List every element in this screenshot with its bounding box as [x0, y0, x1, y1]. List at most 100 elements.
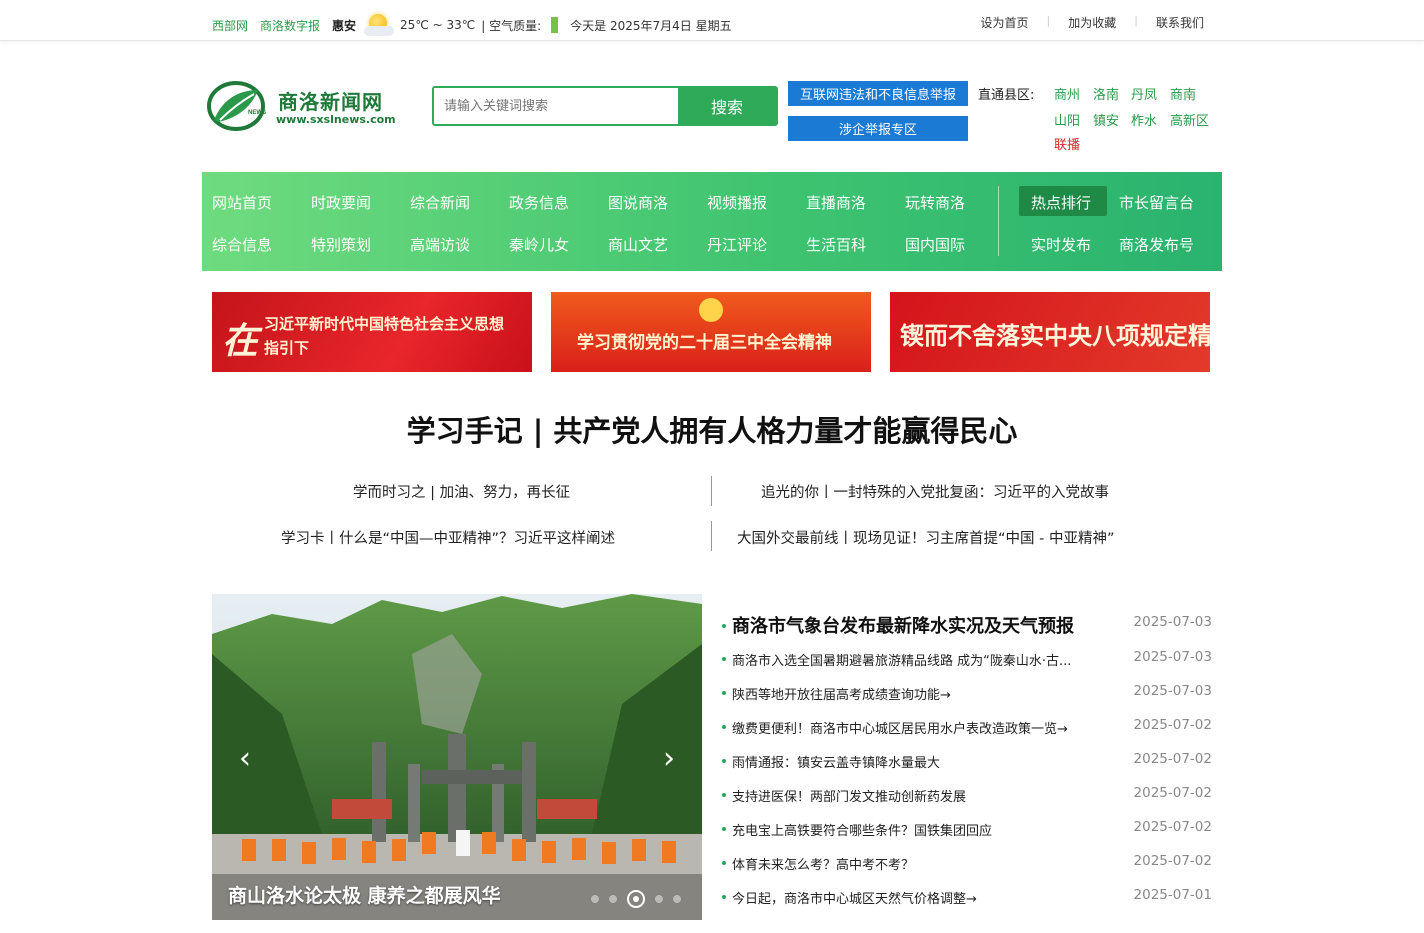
slide-dot[interactable] [655, 895, 663, 903]
nav-fun-shangluo[interactable]: 玩转商洛 [905, 192, 965, 213]
county-link-zhashui[interactable]: 柞水 [1131, 110, 1157, 129]
sub-headline-4[interactable]: 大国外交最前线丨现场见证！习主席首提“中国 - 中亚精神” [737, 527, 1114, 548]
news-item[interactable]: 今日起，商洛市中心城区天然气价格调整→ 2025-07-01 [722, 885, 1212, 909]
county-link-high-tech-zone[interactable]: 高新区 [1170, 110, 1209, 129]
air-quality-label: | 空气质量: [481, 18, 542, 33]
nav-government-info[interactable]: 政务信息 [509, 192, 569, 213]
news-item[interactable]: 支持进医保！两部门发文推动创新药发展 2025-07-02 [722, 783, 1212, 807]
county-label: 直通县区: [978, 88, 1035, 103]
nav-qinling-people[interactable]: 秦岭儿女 [509, 234, 569, 255]
news-title[interactable]: 今日起，商洛市中心城区天然气价格调整→ [732, 888, 977, 907]
headline-title[interactable]: 学习手记 | 共产党人拥有人格力量才能赢得民心 [0, 408, 1424, 450]
county-link-shangzhou[interactable]: 商州 [1054, 84, 1080, 103]
nav-live[interactable]: 直播商洛 [806, 192, 866, 213]
search-button[interactable]: 搜索 [678, 88, 776, 124]
county-link-danfeng[interactable]: 丹凤 [1131, 84, 1157, 103]
search-box: 搜索 [432, 86, 778, 126]
nav-realtime[interactable]: 实时发布 [1031, 234, 1091, 255]
news-item[interactable]: 充电宝上高铁要符合哪些条件？国铁集团回应 2025-07-02 [722, 817, 1212, 841]
nav-world[interactable]: 国内国际 [905, 234, 965, 255]
nav-life[interactable]: 生活百科 [806, 234, 866, 255]
news-date: 2025-07-02 [1133, 853, 1212, 869]
nav-commentary[interactable]: 丹江评论 [707, 234, 767, 255]
banner-a-zai: 在 [222, 320, 259, 362]
nav-general-news[interactable]: 综合新闻 [410, 192, 470, 213]
news-title[interactable]: 缴费更便利！商洛市中心城区居民用水户表改造政策一览→ [732, 718, 1068, 737]
current-date: 今天是 2025年7月4日 星期五 [570, 18, 732, 33]
enterprise-report-button[interactable]: 涉企举报专区 [788, 116, 968, 141]
county-link-zhenan[interactable]: 镇安 [1093, 110, 1119, 129]
news-date: 2025-07-03 [1133, 649, 1212, 665]
bullet-icon [722, 827, 726, 831]
bullet-icon [722, 895, 726, 899]
news-title[interactable]: 商洛市入选全国暑期避暑旅游精品线路 成为“陇秦山水·古... [732, 650, 1071, 669]
county-link-liaobo[interactable]: 联播 [1054, 134, 1080, 153]
news-title[interactable]: 雨情通报：镇安云盖寺镇降水量最大 [732, 752, 940, 771]
news-title[interactable]: 充电宝上高铁要符合哪些条件？国铁集团回应 [732, 820, 992, 839]
nav-hot-ranking[interactable]: 热点排行 [1031, 192, 1091, 213]
logo-site-url: www.sxslnews.com [276, 113, 396, 126]
banner-eight-rules[interactable]: 锲而不舍落实中央八项规定精神 [890, 292, 1210, 372]
news-item[interactable]: 缴费更便利！商洛市中心城区居民用水户表改造政策一览→ 2025-07-02 [722, 715, 1212, 739]
illegal-info-report-button[interactable]: 互联网违法和不良信息举报 [788, 81, 968, 106]
contact-us-link[interactable]: 联系我们 [1156, 14, 1204, 31]
news-title[interactable]: 陕西等地开放往届高考成绩查询功能→ [732, 684, 951, 703]
sub-headline-1[interactable]: 学而时习之 | 加油、努力，再长征 [353, 481, 570, 502]
nav-special[interactable]: 特别策划 [311, 234, 371, 255]
nav-interview[interactable]: 高端访谈 [410, 234, 470, 255]
news-date: 2025-07-02 [1133, 819, 1212, 835]
news-title[interactable]: 商洛市气象台发布最新降水实况及天气预报 [732, 612, 1074, 638]
slide-dot[interactable] [609, 895, 617, 903]
county-link-shangnan[interactable]: 商南 [1170, 84, 1196, 103]
slide-caption[interactable]: 商山洛水论太极 康养之都展风华 [228, 881, 501, 908]
nav-home[interactable]: 网站首页 [212, 192, 272, 213]
set-homepage-link[interactable]: 设为首页 [981, 14, 1029, 31]
bullet-icon [722, 759, 726, 763]
slide-dot-active[interactable] [627, 890, 645, 908]
news-item[interactable]: 体育未来怎么考？高中考不考？ 2025-07-02 [722, 851, 1212, 875]
party-emblem-icon [699, 298, 723, 322]
link-shangluo-digital-paper[interactable]: 商洛数字报 [260, 17, 320, 34]
search-input[interactable] [434, 88, 678, 124]
nav-general-info[interactable]: 综合信息 [212, 234, 272, 255]
news-item[interactable]: 陕西等地开放往届高考成绩查询功能→ 2025-07-03 [722, 681, 1212, 705]
sub-divider [711, 476, 712, 506]
nav-release-account[interactable]: 商洛发布号 [1119, 234, 1194, 255]
nav-video[interactable]: 视频播报 [707, 192, 767, 213]
county-link-shanyang[interactable]: 山阳 [1054, 110, 1080, 129]
top-bar: 西部网 商洛数字报 惠安 25℃ ~ 33℃ | 空气质量: 今天是 2025年… [0, 0, 1424, 41]
sub-headline-3[interactable]: 学习卡丨什么是“中国—中亚精神”？习近平这样阐述 [281, 527, 615, 548]
news-date: 2025-07-01 [1133, 887, 1212, 903]
news-date: 2025-07-03 [1133, 683, 1212, 699]
nav-politics[interactable]: 时政要闻 [311, 192, 371, 213]
sunny-cloud-icon [364, 12, 395, 38]
banner-xi-thought[interactable]: 在 习近平新时代中国特色社会主义思想 指引下 [212, 292, 532, 372]
bullet-icon [722, 725, 726, 729]
slide-prev-arrow[interactable]: ‹ [230, 744, 260, 778]
separator: | [1046, 14, 1051, 27]
photo-slideshow[interactable]: ‹ › 商山洛水论太极 康养之都展风华 [212, 594, 702, 920]
nav-literature[interactable]: 商山文艺 [608, 234, 668, 255]
banner-a-line1: 习近平新时代中国特色社会主义思想 [264, 315, 505, 333]
sub-headline-2[interactable]: 追光的你丨一封特殊的入党批复函：习近平的入党故事 [761, 481, 1109, 502]
slide-next-arrow[interactable]: › [654, 744, 684, 778]
main-nav: 网站首页 时政要闻 综合新闻 政务信息 图说商洛 视频播报 直播商洛 玩转商洛 … [202, 172, 1222, 271]
nav-photo-shangluo[interactable]: 图说商洛 [608, 192, 668, 213]
news-item[interactable]: 商洛市气象台发布最新降水实况及天气预报 2025-07-03 [722, 612, 1212, 638]
county-link-luonan[interactable]: 洛南 [1093, 84, 1119, 103]
news-item[interactable]: 商洛市入选全国暑期避暑旅游精品线路 成为“陇秦山水·古... 2025-07-0… [722, 647, 1212, 671]
banner-third-plenary[interactable]: 学习贯彻党的二十届三中全会精神 [551, 292, 871, 372]
site-logo[interactable]: NEWS 商洛新闻网 www.sxslnews.com [206, 80, 406, 132]
slide-dot[interactable] [591, 895, 599, 903]
banner-c-text: 锲而不舍落实中央八项规定精神 [900, 321, 1210, 350]
link-xibuwang[interactable]: 西部网 [212, 17, 248, 34]
news-item[interactable]: 雨情通报：镇安云盖寺镇降水量最大 2025-07-02 [722, 749, 1212, 773]
air-quality-indicator-icon [551, 17, 559, 33]
add-favorite-link[interactable]: 加为收藏 [1068, 14, 1116, 31]
leaf-logo-icon: NEWS [207, 81, 266, 131]
slide-dot[interactable] [673, 895, 681, 903]
news-title[interactable]: 支持进医保！两部门发文推动创新药发展 [732, 786, 966, 805]
nav-mayor-message[interactable]: 市长留言台 [1119, 192, 1194, 213]
news-title[interactable]: 体育未来怎么考？高中考不考？ [732, 854, 914, 873]
bullet-icon [722, 657, 726, 661]
